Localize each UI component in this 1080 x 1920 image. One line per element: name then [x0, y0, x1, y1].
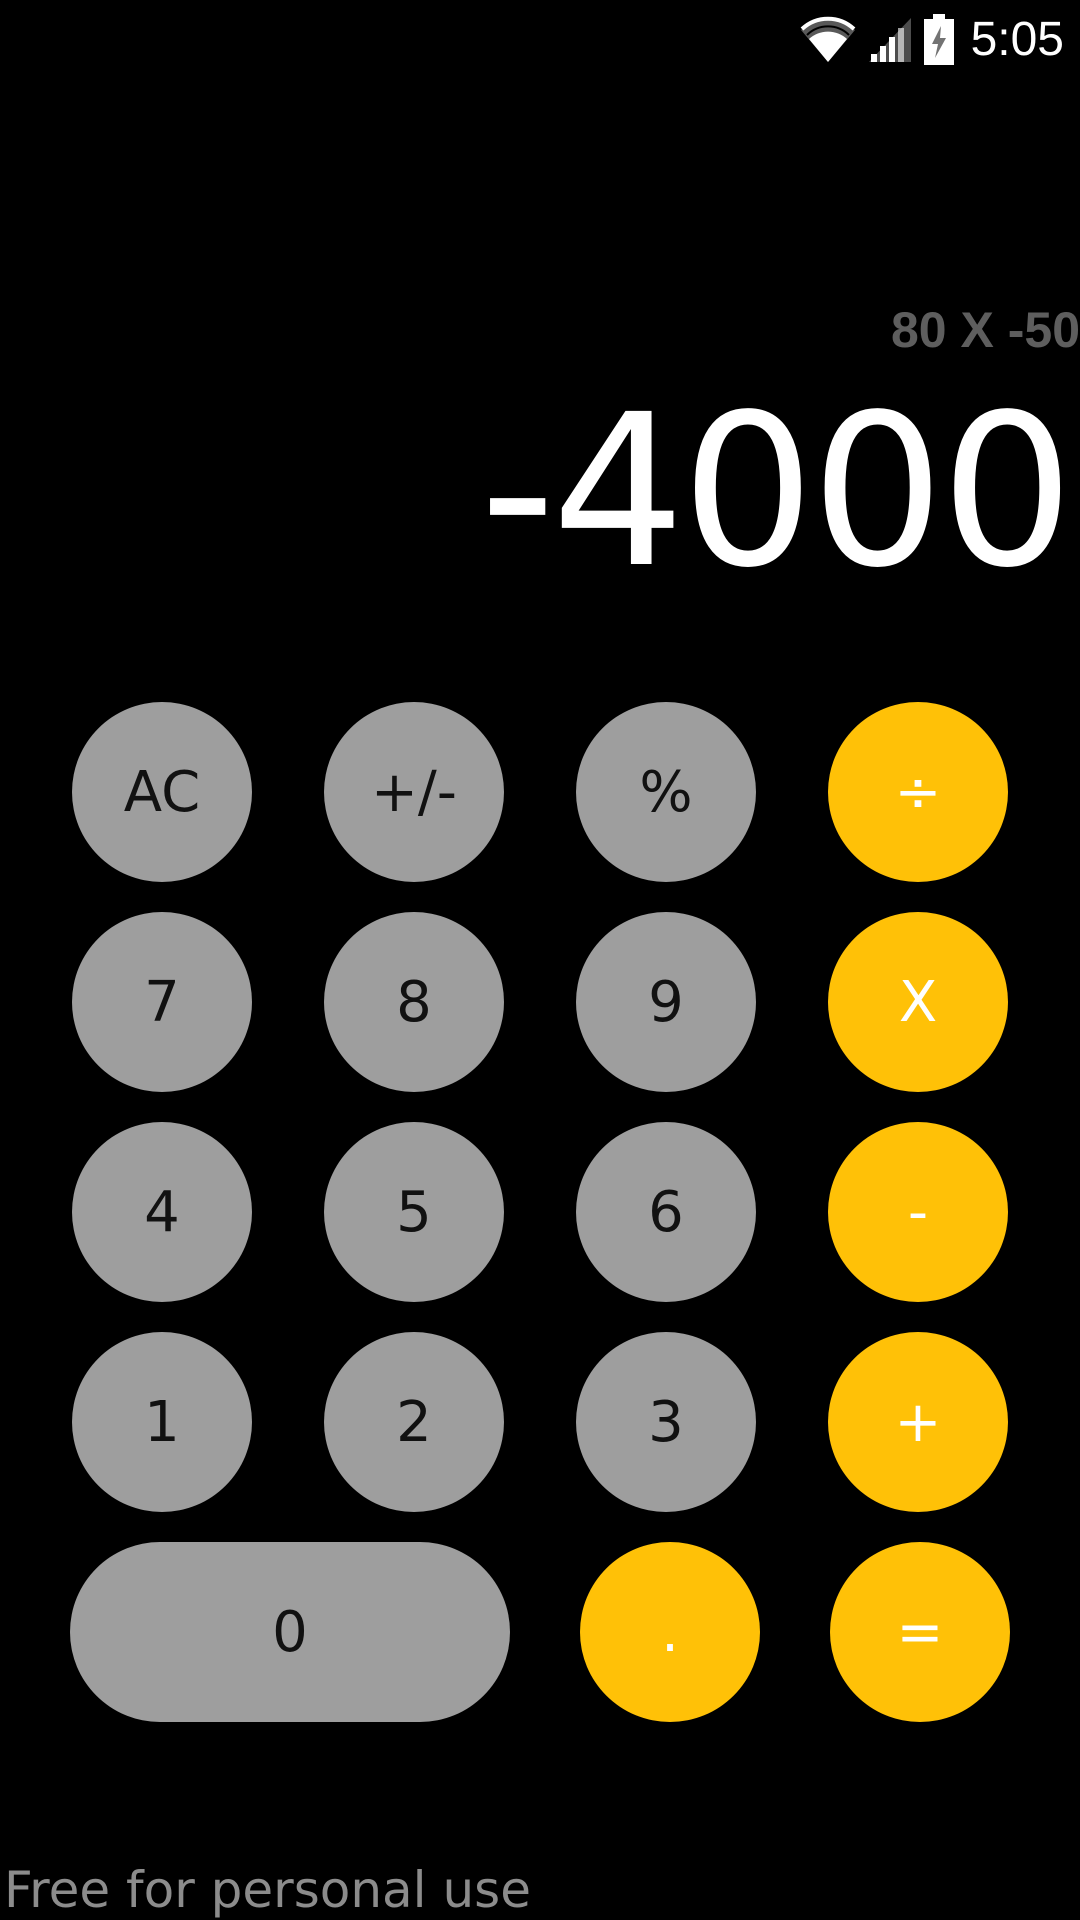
cellular-signal-icon	[868, 18, 911, 62]
status-clock: 5:05	[970, 13, 1064, 66]
digit-6-button[interactable]: 6	[576, 1122, 756, 1302]
digit-2-button[interactable]: 2	[324, 1332, 504, 1512]
expression-display: 80 X -50	[890, 302, 1080, 358]
decimal-button[interactable]: .	[580, 1542, 760, 1722]
multiply-button[interactable]: X	[828, 912, 1008, 1092]
digit-0-button[interactable]: 0	[70, 1542, 510, 1722]
equals-button[interactable]: =	[830, 1542, 1010, 1722]
percent-button[interactable]: %	[576, 702, 756, 882]
plus-button[interactable]: +	[828, 1332, 1008, 1512]
digit-8-button[interactable]: 8	[324, 912, 504, 1092]
footer-license-text: Free for personal use	[4, 1861, 531, 1919]
toggle-sign-button[interactable]: +/-	[324, 702, 504, 882]
all-clear-button[interactable]: AC	[72, 702, 252, 882]
divide-button[interactable]: ÷	[828, 702, 1008, 882]
calculator-screen: 5:05 80 X -50 -4000 AC +/- % ÷ 7 8 9 X 4…	[0, 0, 1080, 1920]
result-display: -4000	[479, 372, 1070, 612]
digit-4-button[interactable]: 4	[72, 1122, 252, 1302]
digit-9-button[interactable]: 9	[576, 912, 756, 1092]
status-icons: 5:05	[799, 10, 1064, 70]
digit-1-button[interactable]: 1	[72, 1332, 252, 1512]
digit-3-button[interactable]: 3	[576, 1332, 756, 1512]
minus-button[interactable]: -	[828, 1122, 1008, 1302]
battery-charging-icon	[923, 14, 954, 65]
wifi-icon	[800, 16, 855, 62]
digit-7-button[interactable]: 7	[72, 912, 252, 1092]
status-bar: 5:05	[0, 0, 1080, 80]
digit-5-button[interactable]: 5	[324, 1122, 504, 1302]
